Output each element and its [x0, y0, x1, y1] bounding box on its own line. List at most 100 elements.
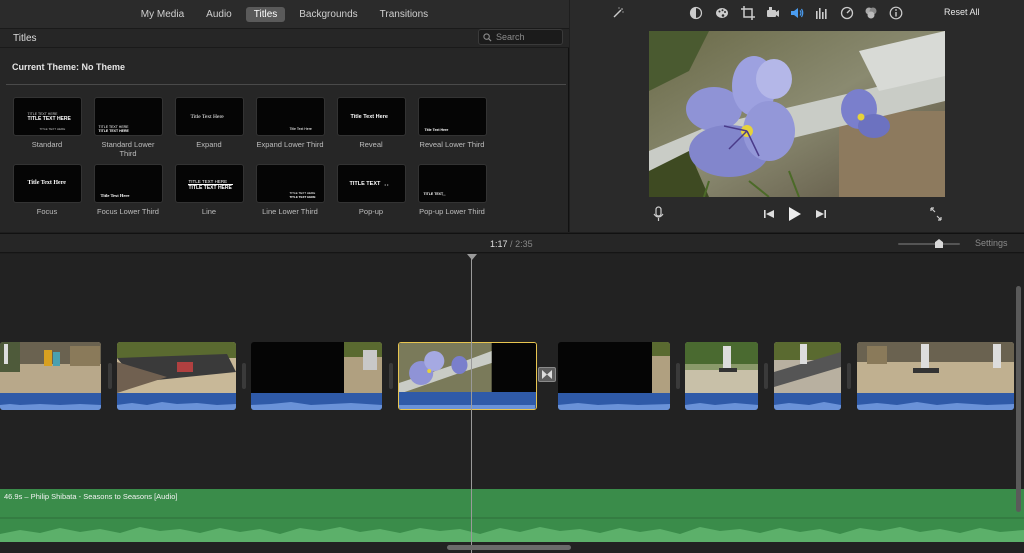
- video-clip[interactable]: [0, 342, 101, 410]
- current-time: 1:17: [490, 239, 508, 249]
- music-waveform: [0, 517, 1024, 542]
- clip-thumbnail: [774, 342, 841, 393]
- clip-gap-handle[interactable]: [242, 363, 246, 389]
- tab-transitions[interactable]: Transitions: [372, 7, 437, 22]
- video-clip[interactable]: [117, 342, 236, 410]
- skip-forward-icon[interactable]: [815, 205, 827, 223]
- microphone-icon[interactable]: [652, 205, 666, 223]
- title-tile-standard[interactable]: TITLE TEXT HERE TITLE TEXT HERE TITLE TE…: [12, 97, 82, 149]
- title-thumbnail: TITLE TEXT HERE TITLE TEXT HERE: [93, 97, 163, 136]
- transition-icon[interactable]: [538, 367, 556, 382]
- thumb-text: TITLE TEXT: [423, 192, 444, 196]
- title-caption: Pop-up Lower Third: [419, 207, 485, 216]
- title-caption: Expand: [196, 140, 222, 149]
- music-track[interactable]: 46.9s – Philip Shibata - Seasons to Seas…: [0, 489, 1024, 542]
- title-thumbnail: TITLE TEXT • •: [417, 164, 487, 203]
- playhead[interactable]: [471, 254, 472, 553]
- clip-audio-waveform: [857, 393, 1014, 410]
- clip-audio-waveform: [251, 393, 382, 410]
- tab-my-media[interactable]: My Media: [133, 7, 192, 22]
- title-tile-line[interactable]: TITLE TEXT HERE TITLE TEXT HERE Line: [174, 164, 244, 216]
- title-thumbnail: TITLE TEXT HERE TITLE TEXT HERE: [174, 164, 244, 203]
- title-thumbnail: Title Text Here: [336, 97, 406, 136]
- clip-thumbnail: [0, 342, 101, 393]
- video-clip[interactable]: [558, 342, 670, 410]
- title-thumbnail: TITLE TEXT • •: [336, 164, 406, 203]
- video-clip[interactable]: [685, 342, 758, 410]
- color-balance-icon[interactable]: [689, 6, 703, 20]
- title-thumbnail: Title Text Here: [12, 164, 82, 203]
- clip-audio-waveform: [399, 392, 536, 409]
- equalizer-icon[interactable]: [815, 6, 829, 20]
- titles-header: Titles Search: [0, 28, 569, 48]
- title-tile-expand-lower-third[interactable]: Title Text Here Expand Lower Third: [255, 97, 325, 149]
- video-clip[interactable]: [774, 342, 841, 410]
- magic-wand-icon[interactable]: [611, 6, 625, 20]
- playhead-marker[interactable]: [467, 254, 477, 260]
- clip-thumbnail: [558, 342, 670, 393]
- title-tile-expand[interactable]: Title Text Here Expand: [174, 97, 244, 149]
- adjustment-toolbar: Reset All: [570, 0, 1024, 26]
- info-icon[interactable]: [889, 6, 903, 20]
- clip-thumbnail: [685, 342, 758, 393]
- reset-all-button[interactable]: Reset All: [944, 7, 980, 17]
- clip-gap-handle[interactable]: [108, 363, 112, 389]
- title-tile-focus[interactable]: Title Text Here Focus: [12, 164, 82, 216]
- horizontal-scrollbar[interactable]: [447, 545, 571, 550]
- zoom-slider[interactable]: [898, 243, 960, 245]
- thumb-text: TITLE TEXT HERE: [98, 129, 129, 133]
- clip-gap-handle[interactable]: [847, 363, 851, 389]
- clip-gap-handle[interactable]: [764, 363, 768, 389]
- video-clip-selected[interactable]: [398, 342, 537, 410]
- search-placeholder: Search: [496, 32, 525, 42]
- clip-audio-waveform: [117, 393, 236, 410]
- title-tile-reveal-lower-third[interactable]: Title Text Here Reveal Lower Third: [417, 97, 487, 149]
- title-tile-reveal[interactable]: Title Text Here Reveal: [336, 97, 406, 149]
- title-caption: Reveal Lower Third: [419, 140, 485, 149]
- title-thumbnail: TITLE TEXT HERE TITLE TEXT HERE: [255, 164, 325, 203]
- settings-button[interactable]: Settings: [975, 238, 1008, 248]
- fullscreen-icon[interactable]: [929, 205, 943, 223]
- search-input[interactable]: Search: [478, 29, 563, 45]
- title-tile-focus-lower-third[interactable]: Title Text Here Focus Lower Third: [93, 164, 163, 216]
- title-caption: Pop-up: [358, 207, 384, 216]
- tab-backgrounds[interactable]: Backgrounds: [291, 7, 365, 22]
- current-theme-label: Current Theme: No Theme: [12, 62, 126, 72]
- clip-audio-waveform: [774, 393, 841, 410]
- time-separator: /: [510, 239, 513, 249]
- thumb-text: • •: [384, 182, 389, 187]
- clip-gap-handle[interactable]: [676, 363, 680, 389]
- clip-thumbnail: [117, 342, 236, 393]
- vertical-scrollbar[interactable]: [1016, 286, 1021, 512]
- thumb-text: TITLE TEXT HERE: [188, 185, 232, 191]
- title-thumbnail: Title Text Here: [255, 97, 325, 136]
- timeline: 46.9s – Philip Shibata - Seasons to Seas…: [0, 254, 1024, 553]
- video-clip[interactable]: [857, 342, 1014, 410]
- thumb-text: Title Text Here: [350, 114, 388, 120]
- tab-audio[interactable]: Audio: [198, 7, 240, 22]
- imovie-window: My Media Audio Titles Backgrounds Transi…: [0, 0, 1024, 553]
- thumb-text: Title Text Here: [424, 128, 449, 132]
- title-tile-pop-up-lower-third[interactable]: TITLE TEXT • • Pop-up Lower Third: [417, 164, 487, 216]
- clip-thumbnail: [251, 342, 382, 393]
- clip-audio-waveform: [685, 393, 758, 410]
- color-palette-icon[interactable]: [715, 6, 729, 20]
- thumb-text: TITLE TEXT HERE: [289, 195, 316, 199]
- timecode: 1:17 / 2:35: [490, 239, 533, 249]
- crop-icon[interactable]: [741, 6, 755, 20]
- play-icon[interactable]: [787, 205, 803, 223]
- skip-back-icon[interactable]: [763, 205, 775, 223]
- filter-icon[interactable]: [864, 6, 878, 20]
- title-caption: Line Lower Third: [262, 207, 318, 216]
- title-tile-standard-lower-third[interactable]: TITLE TEXT HERE TITLE TEXT HERE Standard…: [93, 97, 163, 158]
- video-preview: [649, 31, 945, 197]
- zoom-slider-knob[interactable]: [935, 239, 943, 248]
- speed-icon[interactable]: [840, 6, 854, 20]
- video-clip[interactable]: [251, 342, 382, 410]
- clip-gap-handle[interactable]: [389, 363, 393, 389]
- volume-icon[interactable]: [790, 6, 804, 20]
- title-tile-pop-up[interactable]: TITLE TEXT • • Pop-up: [336, 164, 406, 216]
- title-tile-line-lower-third[interactable]: TITLE TEXT HERE TITLE TEXT HERE Line Low…: [255, 164, 325, 216]
- stabilization-icon[interactable]: [766, 6, 780, 20]
- tab-titles[interactable]: Titles: [245, 6, 286, 22]
